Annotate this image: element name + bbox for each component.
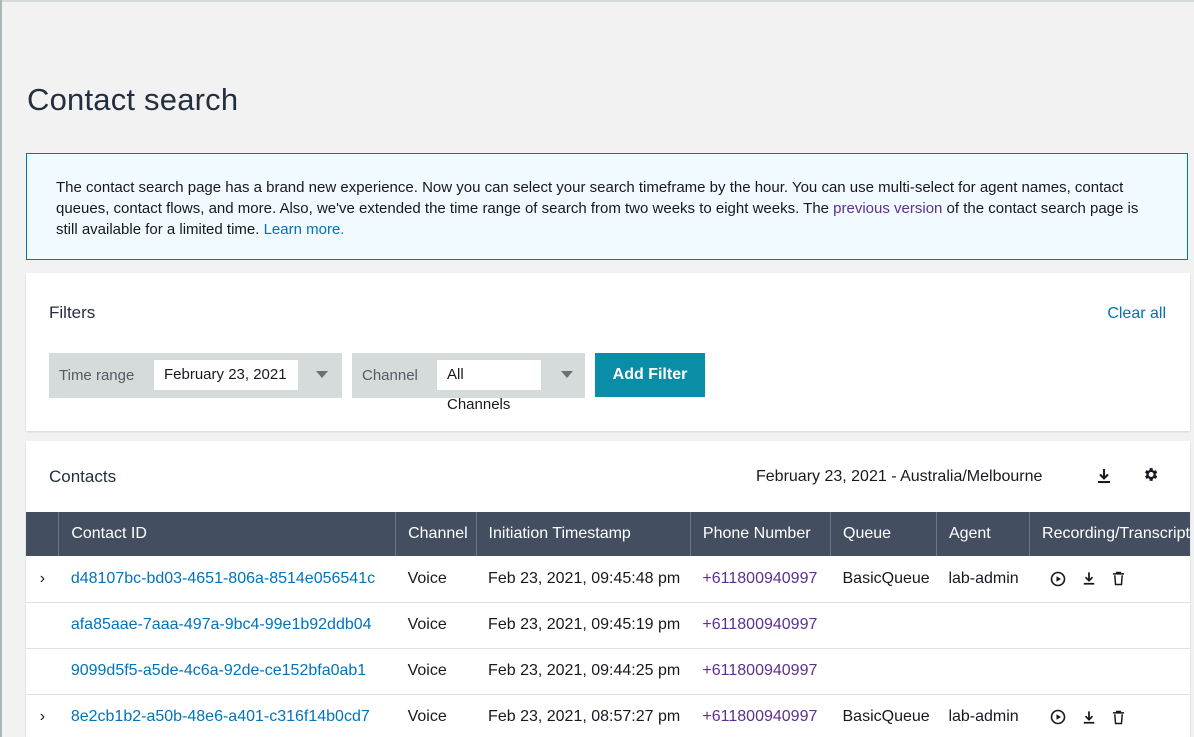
download-icon[interactable] [1082, 710, 1096, 725]
channel-filter[interactable]: Channel All Channels [352, 353, 585, 413]
gear-icon[interactable] [1142, 466, 1160, 484]
phone-number-link[interactable]: +611800940997 [702, 570, 817, 587]
channel-cell: Voice [395, 648, 477, 695]
clear-all-link[interactable]: Clear all [1107, 305, 1166, 323]
contact-id-link[interactable]: 8e2cb1b2-a50b-48e6-a401-c316f14b0cd7 [71, 708, 370, 725]
column-header-channel[interactable]: Channel [395, 512, 477, 556]
page-title: Contact search [27, 82, 239, 117]
column-header-timestamp[interactable]: Initiation Timestamp [476, 512, 691, 556]
row-expander [26, 648, 59, 695]
table-row: afa85aae-7aaa-497a-9bc4-99e1b92ddb04 Voic… [26, 602, 1190, 649]
queue-cell: BasicQueue [830, 694, 937, 737]
queue-cell: BasicQueue [830, 556, 937, 603]
column-header-agent[interactable]: Agent [936, 512, 1031, 556]
filters-title: Filters [49, 303, 96, 322]
contacts-title: Contacts [49, 467, 117, 486]
row-expander[interactable]: › [26, 694, 59, 737]
phone-number-link[interactable]: +611800940997 [702, 662, 817, 679]
top-border [0, 0, 1194, 2]
timestamp-cell: Feb 23, 2021, 09:45:19 pm [476, 602, 691, 649]
table-row: 9099d5f5-a5de-4c6a-92de-ce152bfa0ab1 Voic… [26, 648, 1190, 695]
time-range-label: Time range [59, 367, 135, 384]
expander-header [26, 512, 60, 556]
channel-label: Channel [362, 367, 418, 384]
queue-cell [830, 648, 937, 695]
table-header-row: Contact ID Channel Initiation Timestamp … [26, 512, 1190, 556]
trash-icon[interactable] [1112, 710, 1125, 725]
chevron-right-icon[interactable]: › [40, 570, 45, 587]
timestamp-cell: Feb 23, 2021, 09:45:48 pm [476, 556, 691, 603]
recording-cell [1029, 694, 1190, 737]
recording-cell [1029, 648, 1190, 695]
column-header-phone[interactable]: Phone Number [690, 512, 832, 556]
agent-cell [936, 648, 1030, 695]
column-header-recording[interactable]: Recording/Transcript [1029, 512, 1190, 556]
contacts-table: Contact ID Channel Initiation Timestamp … [26, 512, 1190, 737]
timestamp-cell: Feb 23, 2021, 08:57:27 pm [476, 694, 691, 737]
trash-icon[interactable] [1112, 571, 1125, 586]
caret-down-icon[interactable] [316, 371, 328, 378]
download-icon[interactable] [1096, 468, 1114, 486]
contact-id-link[interactable]: 9099d5f5-a5de-4c6a-92de-ce152bfa0ab1 [71, 662, 366, 679]
row-expander [26, 602, 59, 649]
channel-cell: Voice [395, 602, 477, 649]
download-icon[interactable] [1082, 571, 1096, 586]
channel-cell: Voice [395, 694, 477, 737]
time-range-value[interactable]: February 23, 2021 [154, 360, 298, 390]
agent-cell: lab-admin [936, 556, 1030, 603]
agent-cell [936, 602, 1030, 649]
contact-id-link[interactable]: afa85aae-7aaa-497a-9bc4-99e1b92ddb04 [71, 616, 372, 633]
channel-value[interactable]: All Channels [437, 360, 541, 413]
agent-cell: lab-admin [936, 694, 1030, 737]
timestamp-cell: Feb 23, 2021, 09:44:25 pm [476, 648, 691, 695]
recording-cell [1029, 602, 1190, 649]
left-border [0, 0, 2, 737]
channel-cell: Voice [395, 556, 477, 603]
phone-number-link[interactable]: +611800940997 [702, 708, 817, 725]
learn-more-link[interactable]: Learn more. [264, 221, 345, 238]
contact-id-link[interactable]: d48107bc-bd03-4651-806a-8514e056541c [71, 570, 375, 587]
caret-down-icon[interactable] [561, 371, 573, 378]
filters-panel: Filters Clear all Time range February 23… [26, 273, 1190, 431]
table-row: › d48107bc-bd03-4651-806a-8514e056541c Voi… [26, 556, 1190, 603]
table-row: › 8e2cb1b2-a50b-48e6-a401-c316f14b0cd7 Voi… [26, 694, 1190, 737]
chevron-right-icon[interactable]: › [40, 708, 45, 725]
date-timezone-label: February 23, 2021 - Australia/Melbourne [756, 468, 1043, 485]
add-filter-button[interactable]: Add Filter [595, 353, 705, 397]
contacts-panel: Contacts February 23, 2021 - Australia/M… [26, 441, 1190, 737]
play-icon[interactable] [1050, 571, 1066, 587]
column-header-contact-id[interactable]: Contact ID [58, 512, 397, 556]
info-banner: The contact search page has a brand new … [26, 153, 1188, 260]
play-icon[interactable] [1050, 709, 1066, 725]
time-range-filter[interactable]: Time range February 23, 2021 [49, 353, 342, 398]
previous-version-link[interactable]: previous version [833, 200, 942, 217]
queue-cell [830, 602, 937, 649]
row-expander[interactable]: › [26, 556, 59, 603]
column-header-queue[interactable]: Queue [830, 512, 937, 556]
phone-number-link[interactable]: +611800940997 [702, 616, 817, 633]
recording-cell [1029, 556, 1190, 603]
